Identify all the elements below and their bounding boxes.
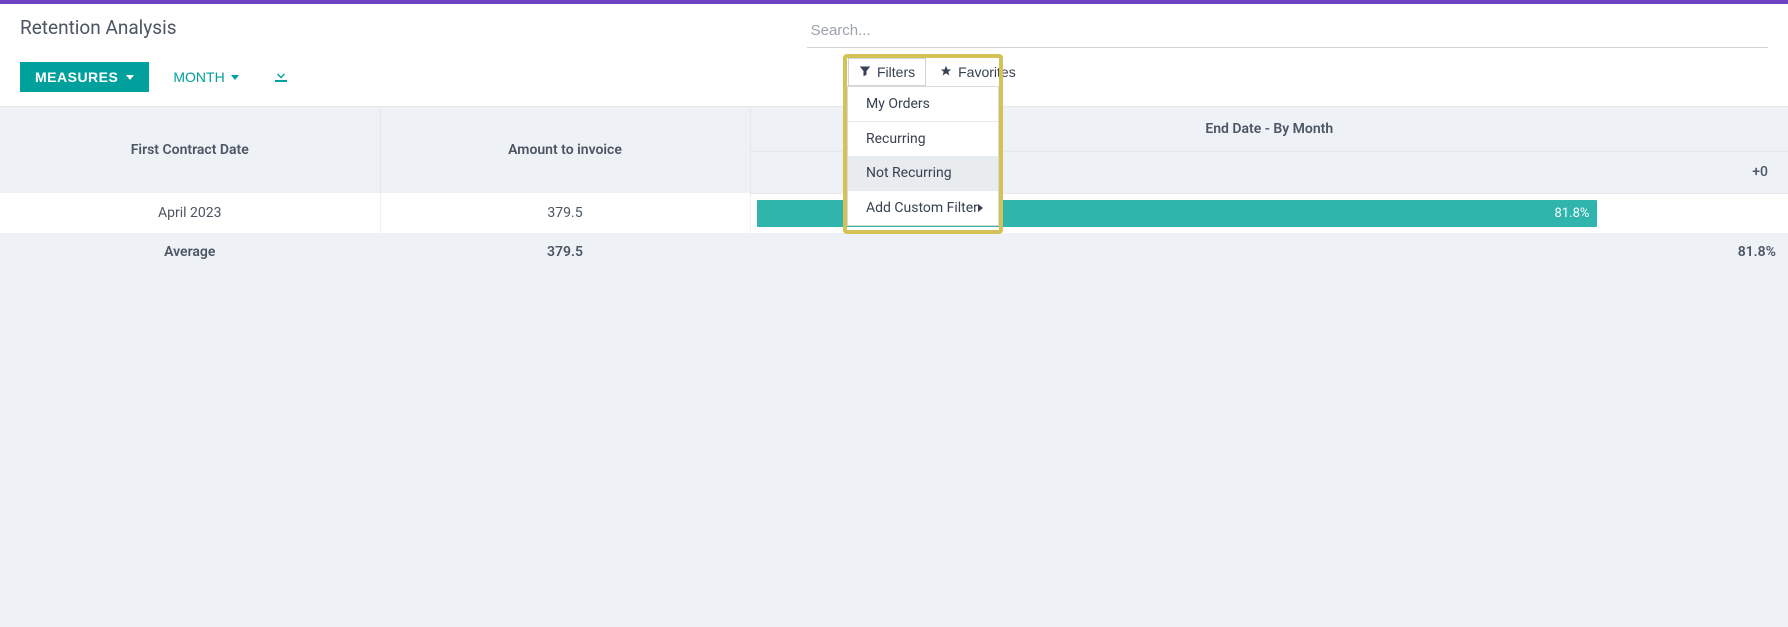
- header-row: Retention Analysis: [0, 4, 1788, 48]
- caret-down-icon: [231, 75, 239, 80]
- month-button[interactable]: MONTH: [159, 63, 252, 91]
- star-icon: [940, 64, 952, 80]
- month-label: MONTH: [173, 69, 224, 85]
- th-amount: Amount to invoice: [380, 107, 750, 193]
- table-row-average: Average 379.5 81.8%: [0, 233, 1788, 270]
- filters-dropdown: My Orders Recurring Not Recurring Add Cu…: [847, 86, 999, 226]
- cell-avg-amount: 379.5: [380, 233, 750, 270]
- filter-item-add-custom[interactable]: Add Custom Filter: [848, 191, 998, 225]
- filter-item-label: Add Custom Filter: [866, 200, 978, 216]
- filters-button[interactable]: Filters: [848, 58, 926, 86]
- chevron-right-icon: [978, 204, 983, 212]
- funnel-icon: [859, 64, 871, 80]
- filter-item-recurring[interactable]: Recurring: [848, 122, 998, 156]
- cell-avg-label: Average: [0, 233, 380, 270]
- search-area: [807, 16, 1768, 48]
- favorites-label: Favorites: [958, 64, 1016, 80]
- th-contract-date: First Contract Date: [0, 107, 380, 193]
- cell-contract-date: April 2023: [0, 193, 380, 233]
- measures-button[interactable]: MEASURES: [20, 62, 149, 92]
- filter-item-label: My Orders: [866, 96, 930, 112]
- filter-item-label: Not Recurring: [866, 165, 952, 181]
- search-input[interactable]: [807, 16, 1768, 48]
- download-icon[interactable]: [273, 67, 289, 87]
- measures-label: MEASURES: [35, 69, 118, 85]
- caret-down-icon: [126, 75, 134, 80]
- favorites-button[interactable]: Favorites: [930, 59, 1026, 85]
- cell-amount: 379.5: [380, 193, 750, 233]
- filter-item-my-orders[interactable]: My Orders: [848, 87, 998, 121]
- filters-label: Filters: [877, 64, 915, 80]
- cell-avg-pct: 81.8%: [750, 233, 1788, 270]
- filter-item-label: Recurring: [866, 131, 926, 147]
- filter-item-not-recurring[interactable]: Not Recurring: [848, 156, 998, 190]
- page-title: Retention Analysis: [20, 16, 177, 39]
- filter-controls: Filters Favorites: [848, 58, 1026, 86]
